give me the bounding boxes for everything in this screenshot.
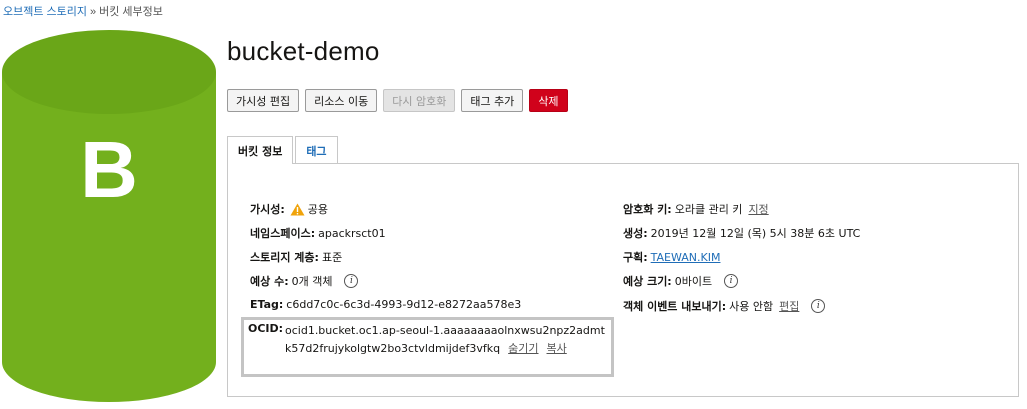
object-events-label: 객체 이벤트 내보내기: [623,300,727,313]
action-bar: 가시성 편집 리소스 이동 다시 암호화 태그 추가 삭제 [227,89,568,112]
etag-value: c6dd7c0c-6c3d-4993-9d12-e8272aa578e3 [286,298,522,311]
approx-count-info-icon[interactable]: i [344,274,359,288]
add-tags-button[interactable]: 태그 추가 [461,89,524,112]
created-row: 생성: 2019년 12월 12일 (목) 5시 38분 6초 UTC [623,225,860,241]
approx-count-value: 0개 객체 [291,275,333,288]
etag-label: ETag: [250,298,284,311]
created-value: 2019년 12월 12일 (목) 5시 38분 6초 UTC [650,227,861,240]
compartment-label: 구획: [623,251,648,264]
ocid-hide-link[interactable]: 숨기기 [508,342,538,355]
storage-tier-row: 스토리지 계층: 표준 [250,249,342,265]
object-events-info-icon[interactable]: i [811,299,826,313]
ocid-label: OCID: [248,322,284,335]
approx-count-label: 예상 수: [250,275,289,288]
approx-count-row: 예상 수: 0개 객체 i [250,273,359,289]
bucket-icon [2,30,216,402]
page-title: bucket-demo [227,36,380,66]
compartment-row: 구획: TAEWAN.KIM [623,249,720,265]
visibility-row: 가시성: 공용 [250,201,328,217]
bucket-initial: B [80,125,138,214]
object-events-value: 사용 안함 [729,300,774,313]
tab-bucket-info[interactable]: 버킷 정보 [227,136,294,164]
warning-icon [290,203,305,215]
namespace-label: 네임스페이스: [250,227,316,240]
etag-row: ETag: c6dd7c0c-6c3d-4993-9d12-e8272aa578… [250,298,521,311]
ocid-copy-link[interactable]: 복사 [547,342,567,355]
ocid-value-block: ocid1.bucket.oc1.ap-seoul-1.aaaaaaaaolnx… [285,322,610,358]
namespace-value: apackrsct01 [318,226,386,240]
visibility-label: 가시성: [250,203,285,216]
tab-tags[interactable]: 태그 [295,136,338,164]
re-encrypt-button[interactable]: 다시 암호화 [383,89,456,112]
tab-bar: 버킷 정보 태그 [227,136,338,164]
assign-key-link[interactable]: 지정 [748,201,768,217]
namespace-row: 네임스페이스: apackrsct01 [250,225,386,241]
approx-size-info-icon[interactable]: i [724,274,739,288]
breadcrumb-object-storage-link[interactable]: 오브젝트 스토리지 [3,6,87,18]
move-resource-button[interactable]: 리소스 이동 [305,89,378,112]
approx-size-row: 예상 크기: 0바이트 i [623,273,739,289]
encryption-key-label: 암호화 키: [623,203,672,216]
edit-visibility-button[interactable]: 가시성 편집 [227,89,300,112]
created-label: 생성: [623,227,648,240]
encryption-key-value: 오라클 관리 키 [674,203,743,216]
encryption-key-row: 암호화 키: 오라클 관리 키 지정 [623,201,769,217]
compartment-link[interactable]: TAEWAN.KIM [651,251,721,264]
breadcrumb-separator: » [90,6,97,18]
storage-tier-value: 표준 [321,251,343,264]
storage-tier-label: 스토리지 계층: [250,251,319,264]
object-events-edit-link[interactable]: 편집 [779,298,799,314]
visibility-value: 공용 [307,203,329,216]
breadcrumb-current: 버킷 세부정보 [99,6,163,18]
delete-button[interactable]: 삭제 [529,89,568,112]
object-events-row: 객체 이벤트 내보내기: 사용 안함 편집 i [623,298,826,314]
breadcrumb: 오브젝트 스토리지» 버킷 세부정보 [3,3,163,19]
approx-size-label: 예상 크기: [623,275,672,288]
approx-size-value: 0바이트 [674,275,713,288]
